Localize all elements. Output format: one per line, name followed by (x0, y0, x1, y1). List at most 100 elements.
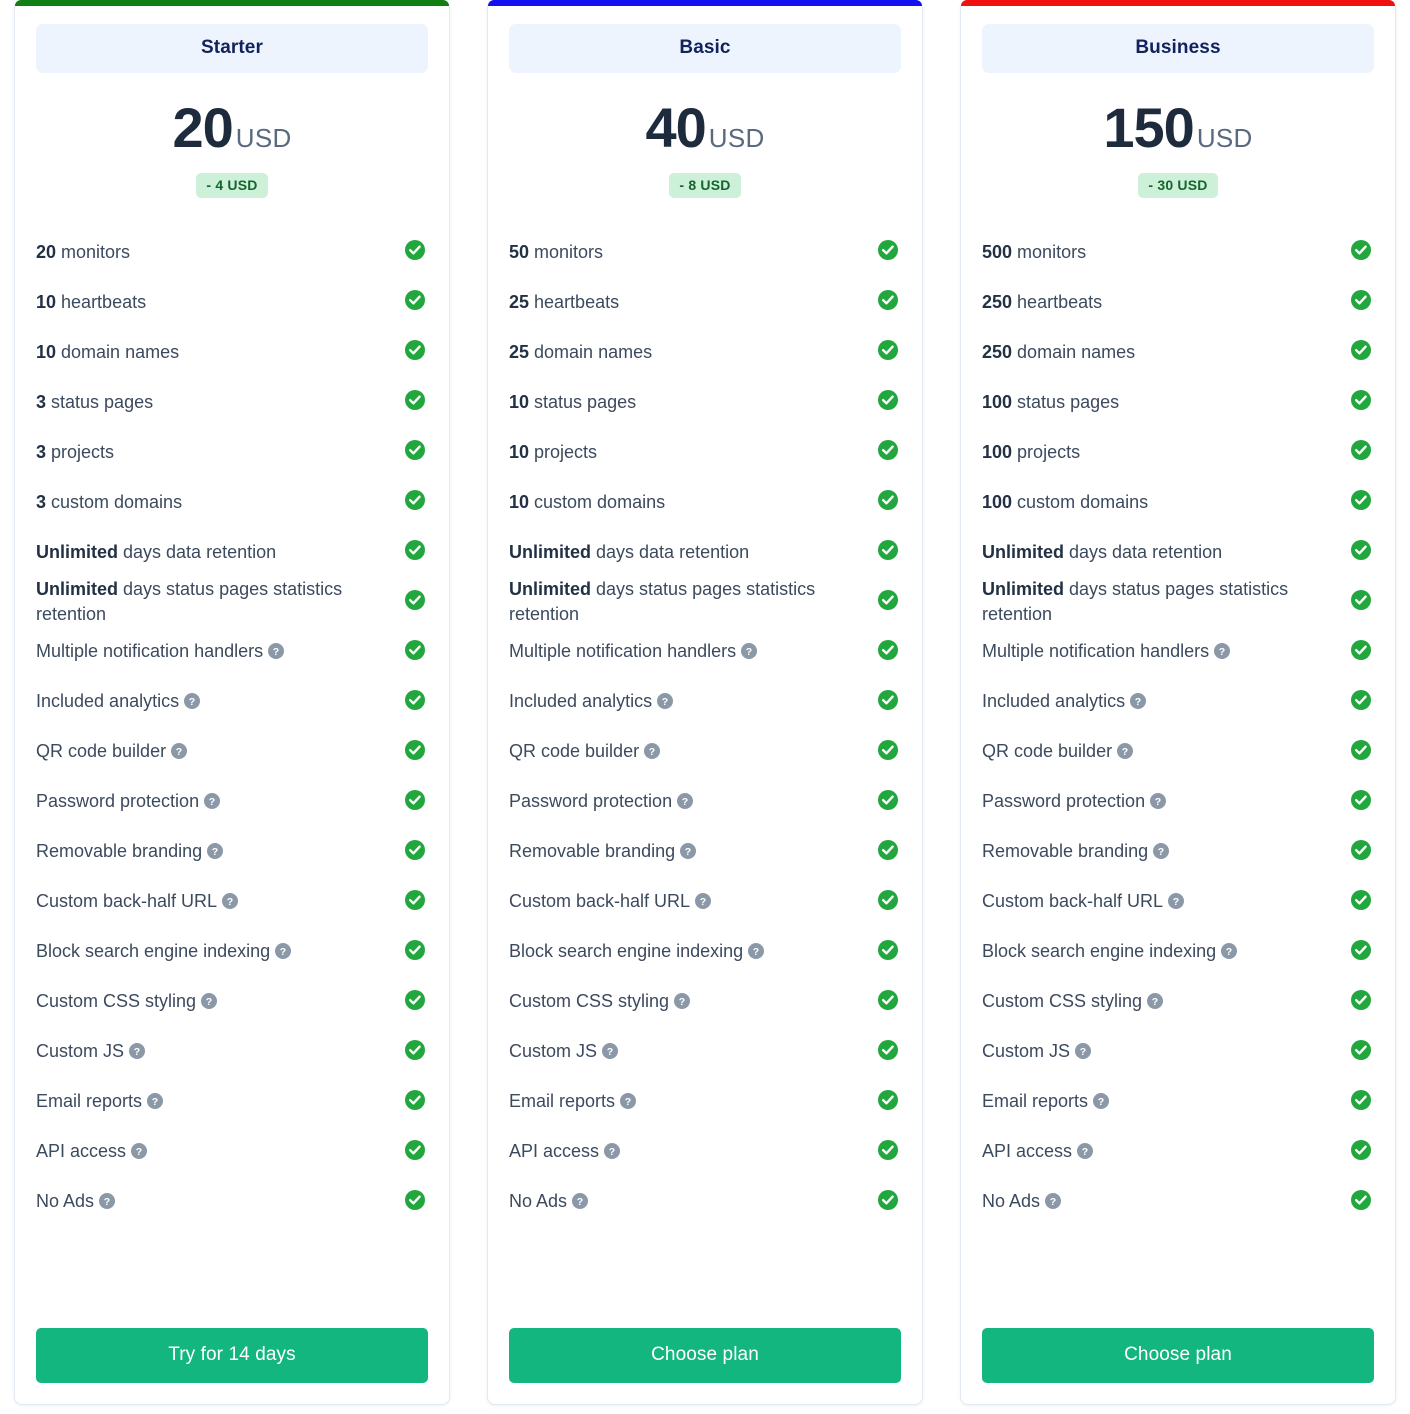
help-circle-icon[interactable]: ? (741, 641, 758, 666)
help-circle-icon[interactable]: ? (222, 891, 239, 916)
feature-included-indicator (1346, 889, 1372, 916)
check-circle-icon (1350, 939, 1372, 966)
check-circle-icon (877, 389, 899, 416)
feature-row: 10 heartbeats (36, 277, 428, 327)
plan-cta-button[interactable]: Choose plan (982, 1328, 1374, 1383)
help-circle-icon[interactable]: ? (1150, 791, 1167, 816)
feature-label: 3 custom domains (36, 491, 183, 512)
check-circle-icon (404, 989, 426, 1016)
help-circle-icon[interactable]: ? (748, 941, 765, 966)
help-circle-icon[interactable]: ? (602, 1041, 619, 1066)
feature-row: 500 monitors (982, 227, 1374, 277)
help-circle-icon[interactable]: ? (275, 941, 292, 966)
svg-text:?: ? (209, 796, 215, 808)
help-circle-icon[interactable]: ? (677, 791, 694, 816)
svg-text:?: ? (625, 1096, 631, 1108)
help-circle-icon[interactable]: ? (657, 691, 674, 716)
svg-text:?: ? (176, 746, 182, 758)
price-currency: USD (1196, 123, 1253, 153)
help-circle-icon[interactable]: ? (644, 741, 661, 766)
feature-row: 25 domain names (509, 327, 901, 377)
check-circle-icon (1350, 539, 1372, 566)
help-circle-icon[interactable]: ? (1117, 741, 1134, 766)
pricing-plans-container: Starter 20 USD - 4 USD 20 monitors 10 heartbe… (0, 0, 1410, 1405)
feature-label: 500 monitors (982, 241, 1087, 262)
feature-row: 3 projects (36, 427, 428, 477)
feature-label: Removable branding? (982, 839, 1170, 866)
help-circle-icon[interactable]: ? (1045, 1191, 1062, 1216)
help-circle-icon[interactable]: ? (184, 691, 201, 716)
help-circle-icon[interactable]: ? (129, 1041, 146, 1066)
feature-row: 250 heartbeats (982, 277, 1374, 327)
svg-text:?: ? (1219, 646, 1225, 658)
feature-included-indicator (400, 439, 426, 466)
help-circle-icon[interactable]: ? (674, 991, 691, 1016)
check-circle-icon (1350, 239, 1372, 266)
feature-included-indicator (400, 239, 426, 266)
check-circle-icon (1350, 439, 1372, 466)
check-circle-icon (877, 989, 899, 1016)
help-circle-icon[interactable]: ? (1168, 891, 1185, 916)
help-circle-icon[interactable]: ? (268, 641, 285, 666)
feature-label: 3 status pages (36, 391, 154, 412)
help-circle-icon[interactable]: ? (572, 1191, 589, 1216)
feature-row: 3 status pages (36, 377, 428, 427)
feature-row: No Ads? (509, 1177, 901, 1227)
feature-label: 100 custom domains (982, 491, 1149, 512)
check-circle-icon (404, 1039, 426, 1066)
help-circle-icon[interactable]: ? (1093, 1091, 1110, 1116)
feature-row: API access? (36, 1127, 428, 1177)
help-circle-icon[interactable]: ? (1153, 841, 1170, 866)
help-circle-icon[interactable]: ? (147, 1091, 164, 1116)
help-circle-icon[interactable]: ? (201, 991, 218, 1016)
feature-included-indicator (400, 739, 426, 766)
plan-cta-button[interactable]: Try for 14 days (36, 1328, 428, 1383)
svg-text:?: ? (662, 696, 668, 708)
help-circle-icon[interactable]: ? (1221, 941, 1238, 966)
check-circle-icon (877, 239, 899, 266)
help-circle-icon[interactable]: ? (1075, 1041, 1092, 1066)
help-circle-icon[interactable]: ? (99, 1191, 116, 1216)
feature-included-indicator (400, 689, 426, 716)
feature-included-indicator (873, 289, 899, 316)
help-circle-icon[interactable]: ? (204, 791, 221, 816)
check-circle-icon (404, 239, 426, 266)
feature-row: Removable branding? (982, 827, 1374, 877)
plan-cta-button[interactable]: Choose plan (509, 1328, 901, 1383)
help-circle-icon[interactable]: ? (1214, 641, 1231, 666)
help-circle-icon[interactable]: ? (620, 1091, 637, 1116)
price-amount: 150 (1103, 96, 1194, 159)
feature-included-indicator (873, 389, 899, 416)
cta-container: Try for 14 days (36, 1328, 428, 1383)
feature-label: 20 monitors (36, 241, 131, 262)
svg-text:?: ? (607, 1046, 613, 1058)
plan-price: 20 USD (36, 100, 428, 156)
check-circle-icon (404, 389, 426, 416)
help-circle-icon[interactable]: ? (207, 841, 224, 866)
help-circle-icon[interactable]: ? (680, 841, 697, 866)
check-circle-icon (1350, 339, 1372, 366)
feature-row: 100 status pages (982, 377, 1374, 427)
help-circle-icon[interactable]: ? (1147, 991, 1164, 1016)
help-circle-icon[interactable]: ? (604, 1141, 621, 1166)
help-circle-icon[interactable]: ? (1077, 1141, 1094, 1166)
help-circle-icon[interactable]: ? (171, 741, 188, 766)
feature-label: QR code builder? (36, 739, 188, 766)
svg-text:?: ? (136, 1146, 142, 1158)
feature-row: Multiple notification handlers? (982, 627, 1374, 677)
feature-included-indicator (1346, 389, 1372, 416)
feature-row: Custom JS? (36, 1027, 428, 1077)
svg-text:?: ? (1155, 796, 1161, 808)
svg-text:?: ? (1173, 896, 1179, 908)
check-circle-icon (404, 639, 426, 666)
feature-included-indicator (873, 539, 899, 566)
help-circle-icon[interactable]: ? (695, 891, 712, 916)
feature-label: Multiple notification handlers? (509, 639, 758, 666)
feature-row: Custom JS? (509, 1027, 901, 1077)
feature-included-indicator (400, 489, 426, 516)
discount-container: - 8 USD (509, 173, 901, 198)
feature-included-indicator (873, 889, 899, 916)
help-circle-icon[interactable]: ? (131, 1141, 148, 1166)
feature-included-indicator (873, 939, 899, 966)
help-circle-icon[interactable]: ? (1130, 691, 1147, 716)
